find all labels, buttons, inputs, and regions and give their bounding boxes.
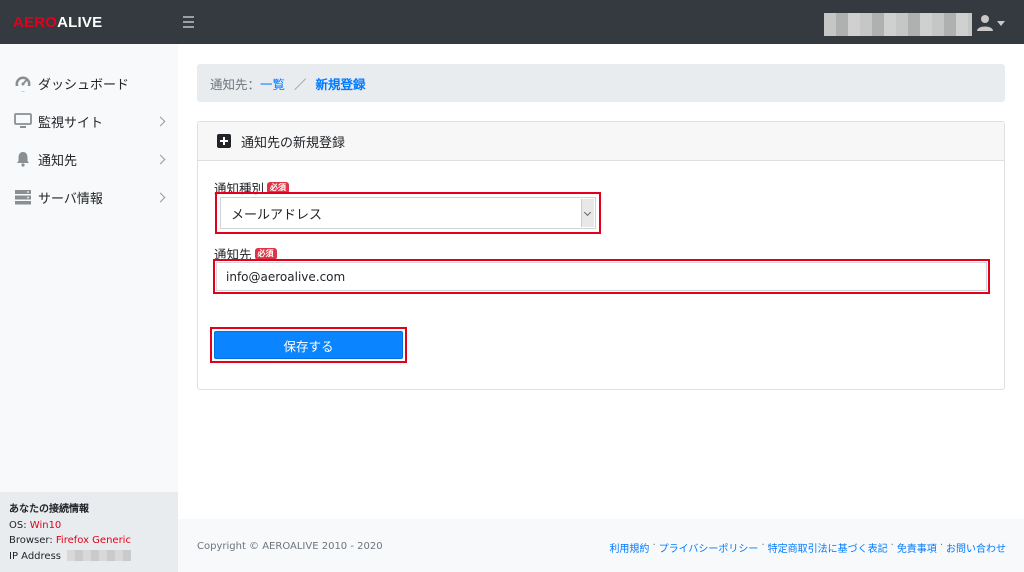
footer-link-disclaimer[interactable]: 免責事項 [897, 540, 937, 555]
tachometer-icon [13, 73, 33, 93]
logo-text-alive: ALIVE [57, 14, 103, 31]
browser-info: Browser: Firefox Generic [9, 535, 131, 546]
ip-value-blurred [66, 550, 131, 561]
chevron-right-icon [155, 154, 166, 164]
card-header: 通知先の新規登録 [198, 122, 1004, 161]
destination-input[interactable] [216, 262, 987, 291]
sidebar-item-monitor-sites[interactable]: 監視サイト [0, 104, 178, 138]
sidebar-item-server-info[interactable]: サーバ情報 [0, 180, 178, 214]
os-info: OS: Win10 [9, 519, 62, 531]
breadcrumb-prefix: 通知先： [210, 76, 261, 92]
chevron-down-icon [997, 21, 1005, 26]
breadcrumb: 通知先： 一覧 ／ 新規登録 [197, 64, 1005, 102]
sidebar-item-label: サーバ情報 [38, 191, 103, 207]
sidebar-item-label: 監視サイト [38, 115, 104, 131]
footer-links: 利用規約 · プライバシーポリシー · 特定商取引法に基づく表記 · 免責事項 … [609, 540, 1006, 555]
type-select-highlight: メールアドレス [215, 192, 601, 234]
user-menu-dropdown[interactable] [974, 12, 1008, 34]
copyright: Copyright © AEROALIVE 2010 - 2020 [197, 541, 383, 552]
logo[interactable]: AEROALIVE [13, 14, 102, 31]
save-button-highlight: 保存する [210, 327, 407, 363]
breadcrumb-separator: ／ [294, 76, 307, 92]
chevron-right-icon [155, 192, 166, 202]
menu-toggle-icon[interactable] [183, 14, 199, 30]
footer-link-commerce-law[interactable]: 特定商取引法に基づく表記 [768, 540, 888, 555]
required-badge: 必須 [254, 247, 277, 260]
sidebar-item-notifications[interactable]: 通知先 [0, 142, 178, 176]
footer-link-contact[interactable]: お問い合わせ [946, 540, 1006, 555]
os-value: Win10 [29, 519, 62, 531]
breadcrumb-current: 新規登録 [315, 76, 366, 92]
connection-info: あなたの接続情報 OS: Win10 Browser: Firefox Gene… [0, 492, 178, 572]
sidebar-item-label: 通知先 [38, 153, 78, 169]
monitor-icon [13, 111, 33, 131]
logo-text-aero: AERO [13, 14, 58, 31]
plus-square-icon [217, 134, 231, 148]
bell-icon [13, 149, 33, 169]
user-icon [977, 15, 993, 31]
sidebar-item-dashboard[interactable]: ダッシュボード [0, 66, 178, 100]
breadcrumb-link-list[interactable]: 一覧 [260, 74, 285, 93]
select-value: メールアドレス [231, 207, 323, 223]
footer-link-terms[interactable]: 利用規約 [609, 540, 649, 555]
browser-value: Firefox Generic [55, 535, 131, 546]
top-navbar: AEROALIVE [0, 0, 1024, 44]
server-icon [13, 187, 33, 207]
save-button[interactable]: 保存する [214, 331, 403, 359]
ip-info: IP Address [9, 549, 178, 565]
footer: Copyright © AEROALIVE 2010 - 2020 利用規約 ·… [178, 519, 1024, 572]
chevron-right-icon [155, 116, 166, 126]
connection-info-title: あなたの接続情報 [9, 504, 89, 515]
chevron-down-icon[interactable] [581, 199, 594, 227]
card-title: 通知先の新規登録 [241, 135, 346, 151]
notification-type-select[interactable]: メールアドレス [220, 197, 596, 229]
footer-link-privacy[interactable]: プライバシーポリシー [659, 540, 759, 555]
sidebar-item-label: ダッシュボード [38, 77, 130, 93]
destination-input-highlight [213, 259, 990, 294]
user-name-blurred [824, 13, 972, 36]
